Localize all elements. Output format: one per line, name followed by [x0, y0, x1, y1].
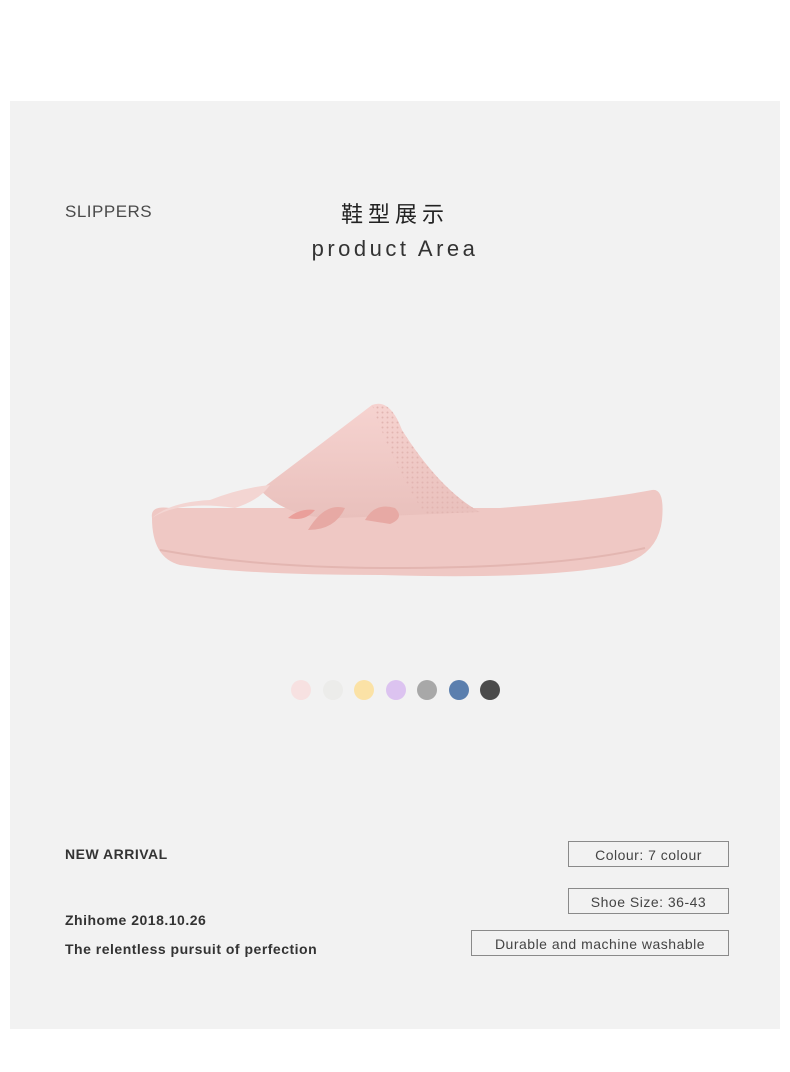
color-swatch[interactable] — [417, 680, 437, 700]
new-arrival-label: NEW ARRIVAL — [65, 846, 168, 862]
color-swatch[interactable] — [291, 680, 311, 700]
color-swatch[interactable] — [354, 680, 374, 700]
section-title-cn: 鞋型展示 — [340, 203, 449, 228]
brand-date: Zhihome 2018.10.26 — [65, 912, 207, 928]
product-image — [151, 403, 663, 577]
spec-size-box: Shoe Size: 36-43 — [568, 888, 729, 914]
color-swatch[interactable] — [323, 680, 343, 700]
section-title-en: product Area — [311, 236, 479, 261]
tagline: The relentless pursuit of perfection — [65, 941, 318, 957]
spec-care-box: Durable and machine washable — [471, 930, 729, 956]
color-swatch[interactable] — [386, 680, 406, 700]
color-swatch[interactable] — [449, 680, 469, 700]
spec-colour-box: Colour: 7 colour — [568, 841, 729, 867]
color-swatch[interactable] — [480, 680, 500, 700]
